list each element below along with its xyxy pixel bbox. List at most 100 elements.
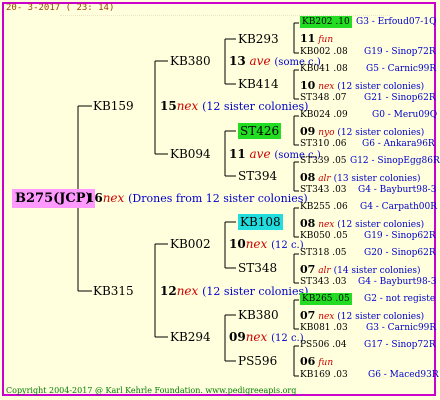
gen4-group: G21 - Sinop62R xyxy=(364,93,436,103)
gen4-group: G6 - Ankara96R xyxy=(362,139,435,149)
root-num: 16 xyxy=(86,191,103,205)
st348-note: (14 sister colonies) xyxy=(333,266,421,276)
kb294-num: 09 xyxy=(229,330,246,344)
kb414-note: (12 sister colonies) xyxy=(337,82,425,92)
kb380-b-tag: nex xyxy=(318,312,335,322)
kb159-note: (12 sister colonies) xyxy=(202,100,309,113)
gen4-code: ST339 .05 xyxy=(300,156,347,166)
kb002-note: (12 c.) xyxy=(271,240,304,251)
gen4-row-12: KB265 .05 xyxy=(300,293,352,305)
kb293-num: 11 xyxy=(300,32,316,45)
gen4-code: ST343 .03 xyxy=(300,277,347,287)
node-kb294: KB294 xyxy=(170,330,211,344)
gen4-code: KB081 .03 xyxy=(300,323,348,333)
node-st348: ST348 xyxy=(238,261,278,275)
gen4-group: G4 - Bayburt98-3 xyxy=(358,277,437,287)
node-kb380-b: KB380 xyxy=(238,308,279,322)
kb294-drone-info: 09nex (12 c.) xyxy=(229,331,304,344)
gen4-code: KB002 .08 xyxy=(300,47,348,57)
kb380-num: 13 xyxy=(229,54,246,68)
st426-tag: nyo xyxy=(318,128,335,138)
st426-name: ST426 xyxy=(238,123,282,139)
node-kb094: KB094 xyxy=(170,147,211,161)
kb380-b-num: 07 xyxy=(300,309,316,322)
kb293-tag: fun xyxy=(318,35,334,45)
kb094-tag: ave xyxy=(249,147,271,161)
st394-num: 08 xyxy=(300,171,316,184)
gen4-group: G0 - Meru09Q xyxy=(372,110,438,120)
gen4-group: G2 - not registe xyxy=(364,294,436,304)
kb002-drone-info: 10nex (12 c.) xyxy=(229,238,304,251)
gen4-code: KB024 .09 xyxy=(300,110,348,120)
gen4-code: ST348 .07 xyxy=(300,93,347,103)
gen4-code: ST318 .05 xyxy=(300,248,347,258)
st394-note: (13 sister colonies) xyxy=(333,174,421,184)
kb002-num: 10 xyxy=(229,237,246,251)
root-queen: B275(JCP) xyxy=(12,189,95,208)
ps596-tag: fun xyxy=(318,358,334,368)
kb315-tag: nex xyxy=(176,284,199,298)
gen4-group: G19 - Sinop62R xyxy=(364,231,436,241)
gen4-group: G5 - Carnic99R xyxy=(366,64,437,74)
kb414-num: 10 xyxy=(300,79,316,92)
kb108-drone-info: 08 nex (12 sister colonies) xyxy=(300,218,424,230)
kb315-num: 12 xyxy=(160,284,177,298)
root-tag: nex xyxy=(102,191,125,205)
node-kb293: KB293 xyxy=(238,32,279,46)
kb380-b-note: (12 sister colonies) xyxy=(337,312,425,322)
gen4-group: G3 - Carnic99R xyxy=(366,323,437,333)
kb108-num: 08 xyxy=(300,217,316,230)
st426-drone-info: 09 nyo (12 sister colonies) xyxy=(300,126,424,138)
root-note: (Drones from 12 sister colonies) xyxy=(128,192,308,205)
root-drone-info: 16nex (Drones from 12 sister colonies) xyxy=(86,192,308,204)
st426-note: (12 sister colonies) xyxy=(337,128,425,138)
gen4-code: PS506 .04 xyxy=(300,340,347,350)
kb294-tag: nex xyxy=(245,330,268,344)
kb380-b-drone-info: 07 nex (12 sister colonies) xyxy=(300,310,424,322)
kb094-num: 11 xyxy=(229,147,246,161)
kb002-tag: nex xyxy=(245,237,268,251)
gen4-group: G4 - Bayburt98-3 xyxy=(358,185,437,195)
node-kb414: KB414 xyxy=(238,77,279,91)
ps596-drone-info: 06 fun xyxy=(300,356,333,368)
gen4-group: G20 - Sinop62R xyxy=(364,248,436,258)
st394-drone-info: 08 alr (13 sister colonies) xyxy=(300,172,421,184)
node-kb002: KB002 xyxy=(170,237,211,251)
gen4-code: ST343 .03 xyxy=(300,185,347,195)
gen4-code: KB050 .05 xyxy=(300,231,348,241)
gen4-row-0: KB202 .10 xyxy=(300,16,352,28)
kb159-num: 15 xyxy=(160,99,177,113)
node-ps596: PS596 xyxy=(238,354,278,368)
gen4-code: KB169 .03 xyxy=(300,370,348,380)
kb414-tag: nex xyxy=(318,82,335,92)
gen4-group: G17 - Sinop72R xyxy=(364,340,436,350)
gen4-code: KB041 .08 xyxy=(300,64,348,74)
kb380-tag: ave xyxy=(249,54,271,68)
gen4-group: G6 - Maced93R xyxy=(368,370,439,380)
node-kb380: KB380 xyxy=(170,54,211,68)
node-kb108: KB108 xyxy=(238,214,283,230)
gen4-group: G12 - SinopEgg86R xyxy=(350,156,440,166)
gen4-code: KB202 .10 xyxy=(300,16,352,28)
node-kb159: KB159 xyxy=(93,99,134,113)
kb159-tag: nex xyxy=(176,99,199,113)
kb108-tag: nex xyxy=(318,220,335,230)
gen4-code: KB255 .06 xyxy=(300,202,348,212)
kb414-drone-info: 10 nex (12 sister colonies) xyxy=(300,80,424,92)
gen4-code: KB265 .05 xyxy=(300,293,352,305)
ps596-num: 06 xyxy=(300,355,316,368)
kb108-note: (12 sister colonies) xyxy=(337,220,425,230)
node-st394: ST394 xyxy=(238,169,278,183)
kb294-note: (12 c.) xyxy=(271,333,304,344)
st348-tag: alr xyxy=(318,266,331,276)
gen4-group: G4 - Carpath00R xyxy=(360,202,438,212)
kb293-drone-info: 11 fun xyxy=(300,33,333,45)
gen4-group: G19 - Sinop72R xyxy=(364,47,436,57)
kb108-name: KB108 xyxy=(238,214,283,230)
kb315-drone-info: 12nex (12 sister colonies) xyxy=(160,285,308,297)
node-st426: ST426 xyxy=(238,123,282,139)
st426-num: 09 xyxy=(300,125,316,138)
copyright-footer: Copyright 2004-2017 @ Karl Kehrle Founda… xyxy=(6,386,297,395)
kb159-drone-info: 15nex (12 sister colonies) xyxy=(160,100,308,112)
st348-num: 07 xyxy=(300,263,316,276)
